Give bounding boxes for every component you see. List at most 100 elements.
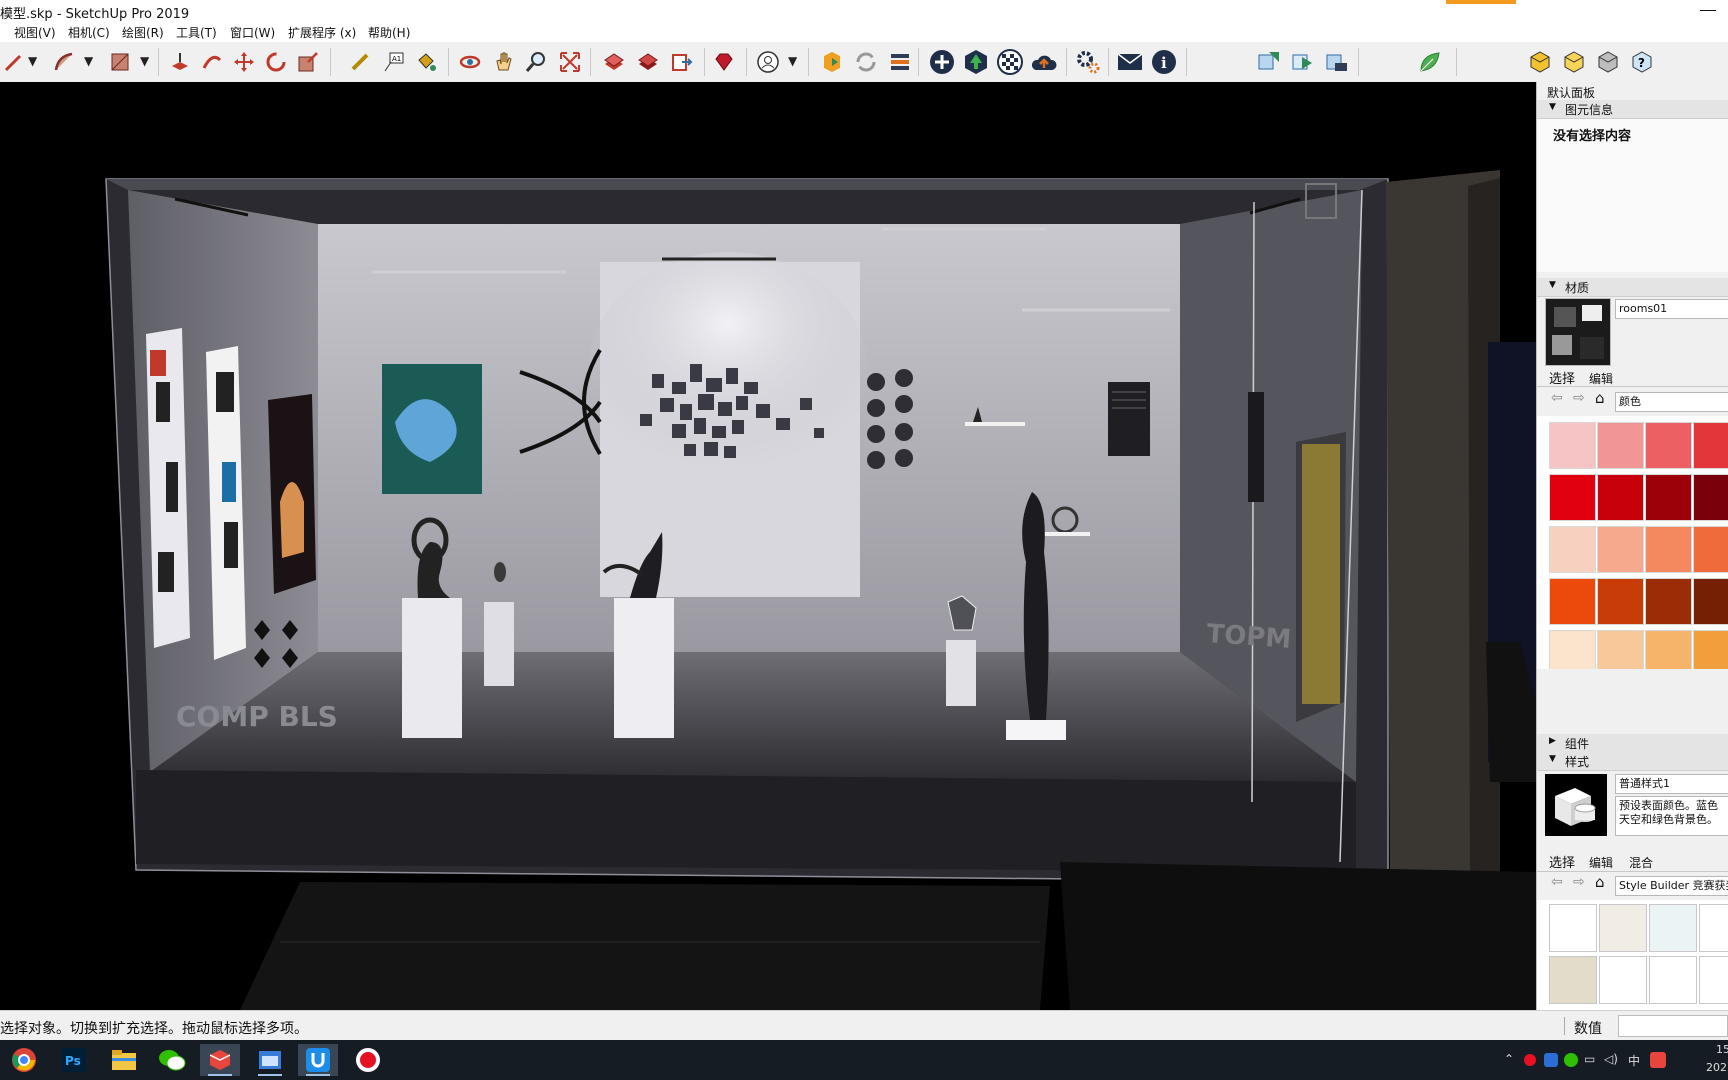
material-swatch[interactable] xyxy=(1549,630,1596,669)
zoom-extents-icon[interactable] xyxy=(556,48,584,76)
material-swatch[interactable] xyxy=(1597,630,1644,669)
menu-camera[interactable]: 相机(C) xyxy=(68,24,110,41)
scene-3-icon[interactable] xyxy=(1322,48,1350,76)
ime-indicator[interactable]: 中 xyxy=(1628,1052,1640,1069)
orbit-icon[interactable] xyxy=(456,48,484,76)
chevron-down-icon[interactable]: ▼ xyxy=(84,54,93,68)
material-swatch[interactable] xyxy=(1693,474,1728,521)
chevron-down-icon[interactable]: ▼ xyxy=(28,54,37,68)
volume-icon[interactable]: ◁) xyxy=(1604,1052,1618,1066)
style-name-field[interactable]: 普通样式1 xyxy=(1615,774,1728,794)
style-thumbnail[interactable] xyxy=(1649,956,1697,1004)
entity-info-header[interactable]: ▼ 图元信息 xyxy=(1537,100,1728,119)
material-swatch[interactable] xyxy=(1597,578,1644,625)
follow-me-icon[interactable] xyxy=(198,48,226,76)
tab-materials-edit[interactable]: 编辑 xyxy=(1589,370,1613,387)
eraser-icon[interactable] xyxy=(106,48,134,76)
layers-icon[interactable] xyxy=(886,48,914,76)
tab-materials-select[interactable]: 选择 xyxy=(1549,368,1575,387)
app-window-icon[interactable] xyxy=(250,1044,290,1076)
material-swatch[interactable] xyxy=(1645,578,1692,625)
text-icon[interactable]: A1 xyxy=(380,48,408,76)
materials-header[interactable]: ▼ 材质 xyxy=(1537,278,1728,297)
tray-app-icon[interactable] xyxy=(1544,1053,1558,1067)
account-icon[interactable] xyxy=(754,48,782,76)
settings-icon[interactable] xyxy=(1074,48,1102,76)
network-icon[interactable]: ▭ xyxy=(1584,1052,1595,1066)
ruby-icon[interactable] xyxy=(710,48,738,76)
material-swatch[interactable] xyxy=(1645,422,1692,469)
material-swatch[interactable] xyxy=(1693,630,1728,669)
leaf-icon[interactable] xyxy=(1416,48,1444,76)
style-description[interactable]: 预设表面颜色。蓝色天空和绿色背景色。 xyxy=(1615,796,1728,836)
tab-styles-select[interactable]: 选择 xyxy=(1549,852,1575,871)
push-pull-icon[interactable] xyxy=(166,48,194,76)
scale-icon[interactable] xyxy=(294,48,322,76)
style-thumbnail[interactable] xyxy=(1549,904,1597,952)
cube-yellow-icon[interactable] xyxy=(1526,48,1554,76)
clock-time[interactable]: 15 xyxy=(1716,1043,1728,1056)
material-preview[interactable] xyxy=(1545,298,1611,366)
tray-wechat-icon[interactable] xyxy=(1564,1053,1578,1067)
style-thumbnail[interactable] xyxy=(1549,956,1597,1004)
tree-icon[interactable] xyxy=(962,48,990,76)
style-thumbnail[interactable] xyxy=(1599,904,1647,952)
material-swatch[interactable] xyxy=(1645,526,1692,573)
style-collection-select[interactable]: Style Builder 竞赛获奖者 xyxy=(1615,876,1728,896)
forward-arrow-icon[interactable]: ⇨ xyxy=(1573,390,1585,406)
back-arrow-icon[interactable]: ⇦ xyxy=(1551,390,1563,406)
tab-styles-mix[interactable]: 混合 xyxy=(1629,854,1653,871)
style-thumbnail[interactable] xyxy=(1599,956,1647,1004)
tray-record-icon[interactable] xyxy=(1524,1054,1536,1066)
file-explorer-icon[interactable] xyxy=(104,1044,144,1076)
cube-yellow-2-icon[interactable] xyxy=(1560,48,1588,76)
warehouse-icon[interactable] xyxy=(600,48,628,76)
tab-styles-edit[interactable]: 编辑 xyxy=(1589,854,1613,871)
material-swatch[interactable] xyxy=(1597,422,1644,469)
back-arrow-icon[interactable]: ⇦ xyxy=(1551,874,1563,890)
material-swatch[interactable] xyxy=(1597,526,1644,573)
menu-extensions[interactable]: 扩展程序 (x) xyxy=(288,24,356,41)
mail-icon[interactable] xyxy=(1116,48,1144,76)
material-swatch[interactable] xyxy=(1645,630,1692,669)
styles-header[interactable]: ▼ 样式 xyxy=(1537,752,1728,771)
help-cube-icon[interactable]: ? xyxy=(1628,48,1656,76)
cloud-upload-icon[interactable] xyxy=(1030,48,1058,76)
pencil-icon[interactable] xyxy=(0,48,28,76)
scene-2-icon[interactable] xyxy=(1288,48,1316,76)
send-to-layout-icon[interactable] xyxy=(668,48,696,76)
tray-chevron-icon[interactable]: ⌃ xyxy=(1504,1052,1514,1066)
clock-date[interactable]: 202 xyxy=(1706,1061,1727,1074)
material-swatch[interactable] xyxy=(1549,474,1596,521)
material-swatch[interactable] xyxy=(1597,474,1644,521)
style-preview[interactable] xyxy=(1545,774,1607,836)
add-icon[interactable] xyxy=(928,48,956,76)
engine-icon[interactable] xyxy=(818,48,846,76)
extension-warehouse-icon[interactable] xyxy=(634,48,662,76)
cube-gray-icon[interactable] xyxy=(1594,48,1622,76)
components-header[interactable]: ▶ 组件 xyxy=(1537,734,1728,753)
menu-view[interactable]: 视图(V) xyxy=(14,24,56,41)
tape-measure-icon[interactable] xyxy=(346,48,374,76)
refresh-icon[interactable] xyxy=(852,48,880,76)
chevron-down-icon[interactable]: ▼ xyxy=(788,54,797,68)
wechat-icon[interactable] xyxy=(152,1044,192,1076)
photoshop-icon[interactable]: Ps xyxy=(54,1044,94,1076)
style-thumbnail[interactable] xyxy=(1699,904,1728,952)
checker-icon[interactable] xyxy=(996,48,1024,76)
move-icon[interactable] xyxy=(230,48,258,76)
material-collection-select[interactable]: 颜色 xyxy=(1615,392,1728,412)
material-swatch[interactable] xyxy=(1549,526,1596,573)
material-swatch[interactable] xyxy=(1693,422,1728,469)
material-name-field[interactable]: rooms01 xyxy=(1615,299,1728,319)
chevron-down-icon[interactable]: ▼ xyxy=(140,54,149,68)
info-icon[interactable]: i xyxy=(1150,48,1178,76)
home-icon[interactable]: ⌂ xyxy=(1595,389,1605,407)
sketchup-icon[interactable] xyxy=(200,1044,240,1076)
material-swatch[interactable] xyxy=(1645,474,1692,521)
scene-1-icon[interactable] xyxy=(1254,48,1282,76)
material-swatch[interactable] xyxy=(1693,578,1728,625)
chrome-icon[interactable] xyxy=(4,1044,44,1076)
pan-icon[interactable] xyxy=(490,48,518,76)
menu-tools[interactable]: 工具(T) xyxy=(176,24,217,41)
